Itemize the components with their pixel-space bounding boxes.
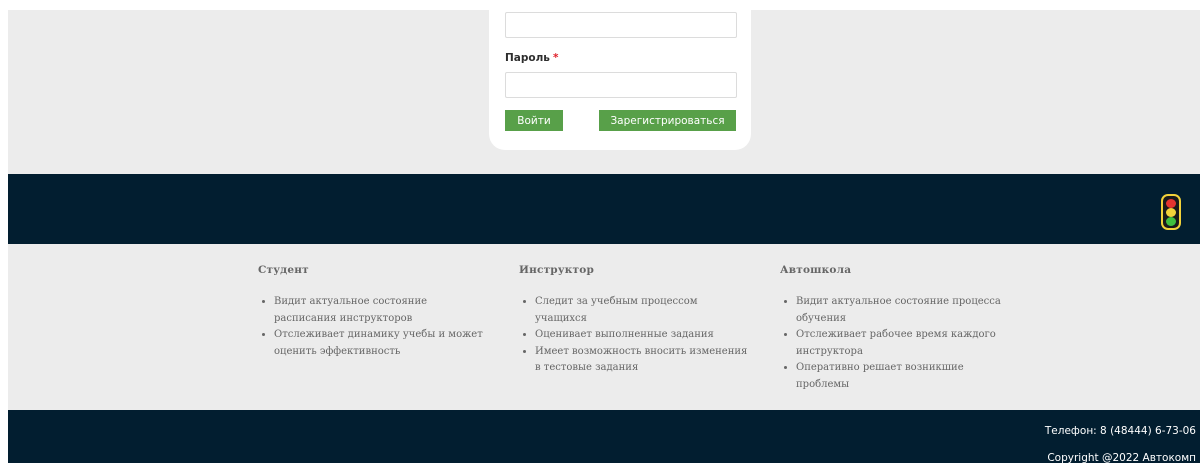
list-item: Отслеживает динамику учебы и может оцени… — [274, 327, 488, 360]
login-card: Пароль * Войти Зарегистрироваться — [489, 8, 751, 150]
password-label: Пароль * — [505, 52, 558, 64]
student-column: Студент Видит актуальное состояние распи… — [258, 264, 488, 360]
column-title: Инструктор — [519, 264, 595, 276]
password-label-text: Пароль — [505, 52, 550, 64]
password-input[interactable] — [505, 72, 737, 98]
list-item: Видит актуальное состояние процесса обуч… — [796, 294, 1010, 327]
instructor-column: Инструктор Следит за учебным процессом у… — [519, 264, 749, 377]
feature-list: Следит за учебным процессом учащихся Оце… — [519, 294, 749, 377]
column-title: Автошкола — [780, 264, 852, 276]
driving-school-column: Автошкола Видит актуальное состояние про… — [780, 264, 1010, 393]
footer-copyright: Copyright @2022 Автокомп — [1047, 452, 1196, 463]
login-button[interactable]: Войти — [505, 110, 563, 131]
yellow-lamp-icon — [1166, 208, 1176, 217]
footer: Телефон: 8 (48444) 6-73-06 Copyright @20… — [8, 410, 1200, 463]
feature-list: Видит актуальное состояние расписания ин… — [258, 294, 488, 360]
features-section: Студент Видит актуальное состояние распи… — [8, 244, 1200, 410]
list-item: Видит актуальное состояние расписания ин… — [274, 294, 488, 327]
login-section: Пароль * Войти Зарегистрироваться — [8, 8, 1200, 174]
footer-phone: Телефон: 8 (48444) 6-73-06 — [1044, 425, 1196, 437]
header-band — [8, 174, 1200, 244]
red-lamp-icon — [1166, 199, 1176, 208]
list-item: Оперативно решает возникшие проблемы — [796, 360, 1010, 393]
list-item: Отслеживает рабочее время каждого инстру… — [796, 327, 1010, 360]
list-item: Имеет возможность вносить изменения в те… — [535, 344, 749, 377]
list-item: Следит за учебным процессом учащихся — [535, 294, 749, 327]
page: Пароль * Войти Зарегистрироваться Студент… — [0, 0, 1200, 463]
register-button[interactable]: Зарегистрироваться — [599, 110, 736, 131]
feature-list: Видит актуальное состояние процесса обуч… — [780, 294, 1010, 393]
login-input[interactable] — [505, 12, 737, 38]
list-item: Оценивает выполненные задания — [535, 327, 749, 344]
required-mark: * — [552, 52, 559, 64]
traffic-light-icon[interactable] — [1161, 194, 1181, 230]
column-title: Студент — [258, 264, 309, 276]
green-lamp-icon — [1166, 217, 1176, 226]
